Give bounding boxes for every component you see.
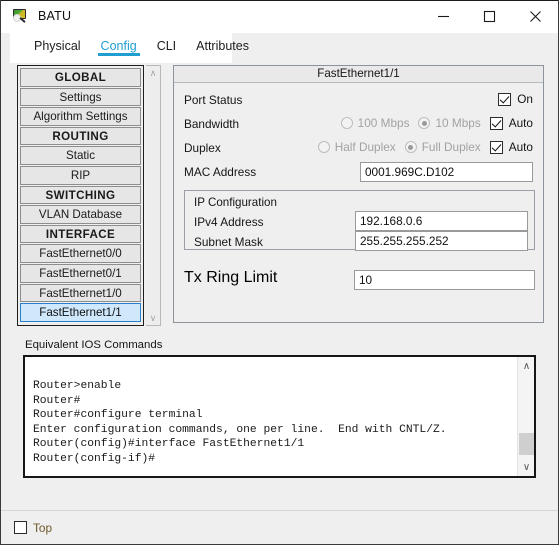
ios-scroll-up-icon[interactable]: ∧ bbox=[518, 358, 534, 374]
duplex-full-radio[interactable] bbox=[404, 141, 417, 153]
duplex-half-radio[interactable] bbox=[317, 141, 330, 153]
duplex-full-label: Full Duplex bbox=[421, 140, 481, 154]
mac-address-label: MAC Address bbox=[184, 165, 257, 179]
scroll-down-icon[interactable]: ∨ bbox=[150, 314, 157, 323]
top-label: Top bbox=[33, 520, 53, 535]
tx-ring-limit-label: Tx Ring Limit bbox=[184, 269, 278, 286]
sidebar-item-fastethernet0-1[interactable]: FastEthernet0/1 bbox=[20, 263, 141, 283]
bandwidth-100mbps-label: 100 Mbps bbox=[357, 116, 410, 130]
subnet-mask-label: Subnet Mask bbox=[194, 235, 263, 249]
top-checkbox[interactable] bbox=[14, 521, 27, 534]
bandwidth-auto-label: Auto bbox=[508, 116, 533, 130]
ios-commands-label: Equivalent IOS Commands bbox=[25, 339, 163, 351]
port-status-checkbox[interactable] bbox=[498, 92, 512, 106]
sidebar-item-interface: INTERFACE bbox=[20, 224, 141, 244]
title-bar: BATU bbox=[1, 0, 558, 33]
bandwidth-10mbps-label: 10 Mbps bbox=[435, 116, 481, 130]
tx-ring-limit-row: Tx Ring Limit 10 bbox=[184, 269, 535, 293]
window-controls bbox=[420, 0, 558, 33]
port-status-row: Port Status On bbox=[182, 89, 535, 113]
mac-address-input[interactable]: 0001.969C.D102 bbox=[360, 162, 533, 182]
sidebar-item-fastethernet1-0[interactable]: FastEthernet1/0 bbox=[20, 283, 141, 303]
duplex-auto-label: Auto bbox=[508, 140, 533, 154]
scroll-up-icon[interactable]: ∧ bbox=[150, 69, 157, 78]
sidebar-item-fastethernet0-0[interactable]: FastEthernet0/0 bbox=[20, 244, 141, 263]
window-title: BATU bbox=[38, 9, 72, 23]
port-status-label: Port Status bbox=[184, 93, 243, 107]
mac-address-row: MAC Address 0001.969C.D102 bbox=[182, 161, 535, 185]
bandwidth-auto-checkbox[interactable] bbox=[489, 116, 503, 130]
ios-commands-scrollbar[interactable]: ∧ ∨ bbox=[517, 357, 534, 476]
interface-config-panel: FastEthernet1/1 Port Status On Bandwidth… bbox=[173, 65, 544, 323]
ipv4-address-label: IPv4 Address bbox=[194, 215, 264, 229]
sidebar-item-settings[interactable]: Settings bbox=[20, 87, 141, 107]
sidebar-item-rip[interactable]: RIP bbox=[20, 165, 141, 185]
port-status-on-label: On bbox=[517, 92, 533, 106]
sidebar-scrollbar[interactable]: ∧ ∨ bbox=[146, 65, 161, 326]
ipv4-address-input[interactable]: 192.168.0.6 bbox=[355, 211, 528, 231]
duplex-row: Duplex Half Duplex Full Duplex Auto bbox=[182, 137, 535, 161]
sidebar-item-fastethernet1-1[interactable]: FastEthernet1/1 bbox=[20, 303, 141, 322]
router-magnifier-icon bbox=[12, 8, 29, 25]
sidebar-item-algorithm-settings[interactable]: Algorithm Settings bbox=[20, 107, 141, 126]
ip-configuration-group-label: IP Configuration bbox=[194, 196, 277, 209]
tx-ring-limit-input[interactable]: 10 bbox=[354, 270, 535, 290]
window-footer: Top bbox=[1, 510, 558, 544]
sidebar-item-static[interactable]: Static bbox=[20, 146, 141, 165]
duplex-label: Duplex bbox=[184, 141, 221, 155]
ios-commands-box: Router>enable Router# Router#configure t… bbox=[23, 355, 536, 478]
sidebar-item-global: GLOBAL bbox=[20, 68, 141, 87]
bandwidth-label: Bandwidth bbox=[184, 117, 240, 131]
tab-physical[interactable]: Physical bbox=[24, 33, 91, 63]
device-config-window: BATU Physical Config CLI Attributes GLOB… bbox=[0, 0, 559, 545]
ios-scroll-down-icon[interactable]: ∨ bbox=[518, 459, 534, 475]
minimize-icon[interactable] bbox=[420, 0, 466, 33]
ip-configuration-group: IP Configuration IPv4 Address 192.168.0.… bbox=[184, 190, 535, 251]
subnet-mask-input[interactable]: 255.255.255.252 bbox=[355, 231, 528, 251]
tab-config[interactable]: Config bbox=[91, 33, 147, 63]
duplex-auto-checkbox[interactable] bbox=[489, 140, 503, 154]
config-content: GLOBAL Settings Algorithm Settings ROUTI… bbox=[1, 63, 558, 544]
bandwidth-100mbps-radio[interactable] bbox=[340, 117, 353, 129]
sidebar-item-vlan-database[interactable]: VLAN Database bbox=[20, 205, 141, 224]
config-sidebar: GLOBAL Settings Algorithm Settings ROUTI… bbox=[17, 65, 144, 326]
sidebar-item-switching: SWITCHING bbox=[20, 185, 141, 205]
bandwidth-row: Bandwidth 100 Mbps 10 Mbps Auto bbox=[182, 113, 535, 137]
tab-strip-container: Physical Config CLI Attributes bbox=[1, 33, 558, 63]
interface-panel-title: FastEthernet1/1 bbox=[174, 66, 543, 83]
ios-commands-text: Router>enable Router# Router#configure t… bbox=[33, 380, 447, 465]
tab-attributes[interactable]: Attributes bbox=[186, 33, 259, 63]
ios-scroll-thumb[interactable] bbox=[519, 433, 534, 455]
tab-cli[interactable]: CLI bbox=[147, 33, 186, 63]
sidebar-item-routing: ROUTING bbox=[20, 126, 141, 146]
maximize-icon[interactable] bbox=[466, 0, 512, 33]
duplex-half-label: Half Duplex bbox=[334, 140, 396, 154]
close-icon[interactable] bbox=[512, 0, 558, 33]
bandwidth-10mbps-radio[interactable] bbox=[418, 117, 431, 129]
tab-strip: Physical Config CLI Attributes bbox=[10, 33, 249, 63]
